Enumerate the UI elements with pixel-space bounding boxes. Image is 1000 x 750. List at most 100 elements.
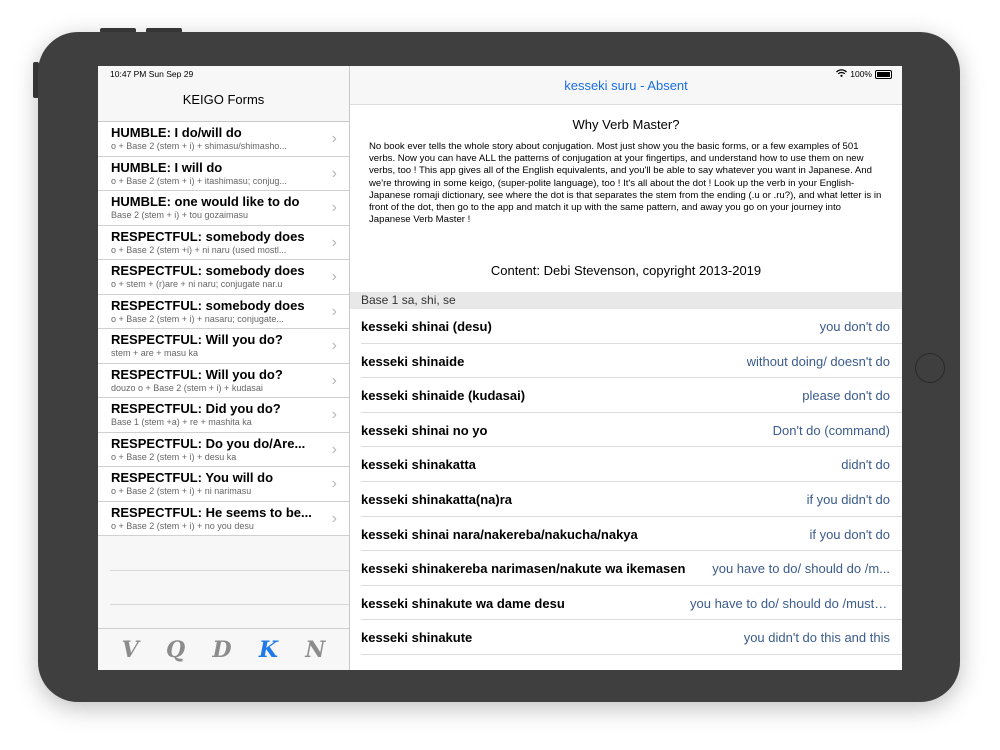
- table-row[interactable]: kesseki shinakute wa dame desu you have …: [361, 586, 902, 621]
- list-item[interactable]: RESPECTFUL: Will you do? douzo o + Base …: [98, 364, 349, 398]
- sidebar: 10:47 PM Sun Sep 29 KEIGO Forms HUMBLE: …: [98, 66, 350, 670]
- row-english: didn't do: [841, 457, 890, 473]
- list-item[interactable]: HUMBLE: I do/will do o + Base 2 (stem + …: [98, 122, 349, 157]
- list-item[interactable]: RESPECTFUL: Did you do? Base 1 (stem +a)…: [98, 398, 349, 433]
- list-item[interactable]: RESPECTFUL: He seems to be... o + Base 2…: [98, 502, 349, 536]
- list-item[interactable]: RESPECTFUL: somebody does o + Base 2 (st…: [98, 226, 349, 260]
- list-item-title: RESPECTFUL: somebody does: [111, 263, 305, 278]
- conjugation-list: kesseki shinai (desu) you don't do kesse…: [350, 309, 902, 655]
- chevron-right-icon: ›: [331, 268, 337, 285]
- tab-n[interactable]: N: [305, 637, 325, 663]
- chevron-right-icon: ›: [331, 233, 337, 251]
- tab-keigo[interactable]: K: [259, 637, 278, 663]
- list-item-title: RESPECTFUL: Will you do?: [111, 366, 283, 382]
- chevron-right-icon: ›: [331, 130, 337, 147]
- list-item-subtitle: o + stem + (r)are + ni naru; conjugate n…: [111, 279, 283, 289]
- row-japanese: kesseki shinakatta: [361, 457, 476, 473]
- chevron-right-icon: ›: [331, 475, 337, 492]
- intro-heading: Why Verb Master?: [572, 117, 680, 132]
- list-item-title: RESPECTFUL: He seems to be...: [111, 504, 312, 520]
- list-item-title: RESPECTFUL: Do you do/Are...: [111, 435, 306, 451]
- sidebar-title: KEIGO Forms: [182, 92, 265, 107]
- list-item[interactable]: HUMBLE: one would like to do Base 2 (ste…: [98, 191, 349, 226]
- list-item-subtitle: Base 1 (stem +a) + re + mashita ka: [111, 417, 252, 427]
- nav-bar: kesseki suru - Absent 100%: [350, 66, 902, 105]
- list-item-title: RESPECTFUL: somebody does: [111, 228, 305, 244]
- content-credit: Content: Debi Stevenson, copyright 2013-…: [490, 263, 762, 278]
- list-item-title: RESPECTFUL: Will you do?: [111, 332, 283, 347]
- list-item-subtitle: o + Base 2 (stem + i) + ni narimasu: [111, 486, 252, 496]
- chevron-right-icon: ›: [331, 440, 337, 458]
- list-item-subtitle: o + Base 2 (stem + i) + itashimasu; conj…: [111, 175, 287, 186]
- table-row[interactable]: kesseki shinai (desu) you don't do: [361, 309, 902, 344]
- keigo-list: HUMBLE: I do/will do o + Base 2 (stem + …: [98, 121, 349, 536]
- row-english: you don't do: [819, 319, 890, 334]
- section-header: Base 1 sa, shi, se: [350, 292, 902, 309]
- row-japanese: kesseki shinai (desu): [361, 319, 492, 334]
- row-english: without doing/ doesn't do: [746, 353, 890, 369]
- list-item-subtitle: o + Base 2 (stem +i) + ni naru (used mos…: [111, 244, 287, 255]
- row-english: you have to do/ should do /must do: [690, 595, 890, 611]
- tab-d[interactable]: D: [212, 637, 231, 663]
- list-item-title: RESPECTFUL: Did you do?: [111, 401, 281, 416]
- list-item-title: HUMBLE: one would like to do: [111, 194, 300, 209]
- list-item-subtitle: Base 2 (stem + i) + tou gozaimasu: [111, 210, 249, 220]
- intro-body: No book ever tells the whole story about…: [369, 141, 882, 226]
- table-row[interactable]: kesseki shinakatta(na)ra if you didn't d…: [361, 482, 902, 517]
- row-english: you didn't do this and this: [743, 630, 890, 646]
- row-japanese: kesseki shinakereba narimasen/nakute wa …: [361, 561, 686, 577]
- chevron-right-icon: ›: [331, 199, 337, 216]
- tab-questions[interactable]: Q: [166, 637, 185, 663]
- list-item[interactable]: RESPECTFUL: Do you do/Are... o + Base 2 …: [98, 433, 349, 467]
- battery-percent: 100%: [850, 69, 872, 79]
- list-item-subtitle: o + Base 2 (stem + i) + desu ka: [111, 451, 237, 462]
- row-english: if you don't do: [809, 526, 890, 542]
- table-row[interactable]: kesseki shinai nara/nakereba/nakucha/nak…: [361, 517, 902, 552]
- status-time: 10:47 PM Sun Sep 29: [110, 69, 194, 79]
- list-item-title: RESPECTFUL: You will do: [111, 470, 274, 485]
- chevron-right-icon: ›: [331, 164, 337, 182]
- list-item-title: HUMBLE: I will do: [111, 159, 223, 175]
- detail-pane: kesseki suru - Absent 100% Why Verb Mast…: [350, 66, 902, 670]
- row-japanese: kesseki shinakute wa dame desu: [361, 595, 565, 611]
- list-item[interactable]: HUMBLE: I will do o + Base 2 (stem + i) …: [98, 157, 349, 191]
- table-row[interactable]: kesseki shinakute you didn't do this and…: [361, 620, 902, 655]
- chevron-right-icon: ›: [331, 406, 337, 423]
- table-row[interactable]: kesseki shinaide without doing/ doesn't …: [361, 344, 902, 379]
- table-row[interactable]: kesseki shinakatta didn't do: [361, 447, 902, 482]
- nav-title: kesseki suru - Absent: [564, 78, 688, 93]
- home-button: [915, 353, 945, 383]
- table-row[interactable]: kesseki shinaide (kudasai) please don't …: [361, 378, 902, 413]
- row-japanese: kesseki shinaide (kudasai): [361, 388, 526, 404]
- chevron-right-icon: ›: [331, 509, 337, 527]
- status-indicators: 100%: [836, 69, 892, 79]
- list-item-subtitle: douzo o + Base 2 (stem + i) + kudasai: [111, 382, 263, 393]
- row-english: Don't do (command): [772, 422, 890, 438]
- list-item-title: HUMBLE: I do/will do: [111, 125, 242, 140]
- list-item-subtitle: o + Base 2 (stem + i) + shimasu/shimasho…: [111, 141, 287, 151]
- empty-row-divider: [110, 570, 349, 571]
- row-japanese: kesseki shinai no yo: [361, 422, 488, 438]
- list-item-subtitle: stem + are + masu ka: [111, 348, 199, 358]
- row-english: please don't do: [802, 388, 890, 404]
- row-english: if you didn't do: [806, 491, 890, 507]
- tab-verbs[interactable]: V: [122, 637, 139, 663]
- list-item-subtitle: o + Base 2 (stem + i) + nasaru; conjugat…: [111, 313, 284, 324]
- row-japanese: kesseki shinaide: [361, 353, 465, 369]
- row-japanese: kesseki shinakatta(na)ra: [361, 491, 513, 507]
- empty-row-divider: [110, 604, 349, 605]
- table-row[interactable]: kesseki shinakereba narimasen/nakute wa …: [361, 551, 902, 586]
- list-item-title: RESPECTFUL: somebody does: [111, 297, 305, 313]
- list-item[interactable]: RESPECTFUL: You will do o + Base 2 (stem…: [98, 467, 349, 502]
- table-row[interactable]: kesseki shinai no yo Don't do (command): [361, 413, 902, 448]
- row-japanese: kesseki shinai nara/nakereba/nakucha/nak…: [361, 526, 638, 542]
- chevron-right-icon: ›: [331, 337, 337, 354]
- wifi-icon: [836, 69, 848, 79]
- row-english: you have to do/ should do /m...: [712, 561, 890, 577]
- list-item[interactable]: RESPECTFUL: Will you do? stem + are + ma…: [98, 329, 349, 364]
- list-item-subtitle: o + Base 2 (stem + i) + no you desu: [111, 520, 254, 531]
- list-item[interactable]: RESPECTFUL: somebody does o + stem + (r)…: [98, 260, 349, 295]
- chevron-right-icon: ›: [331, 302, 337, 320]
- list-item[interactable]: RESPECTFUL: somebody does o + Base 2 (st…: [98, 295, 349, 329]
- row-japanese: kesseki shinakute: [361, 630, 473, 646]
